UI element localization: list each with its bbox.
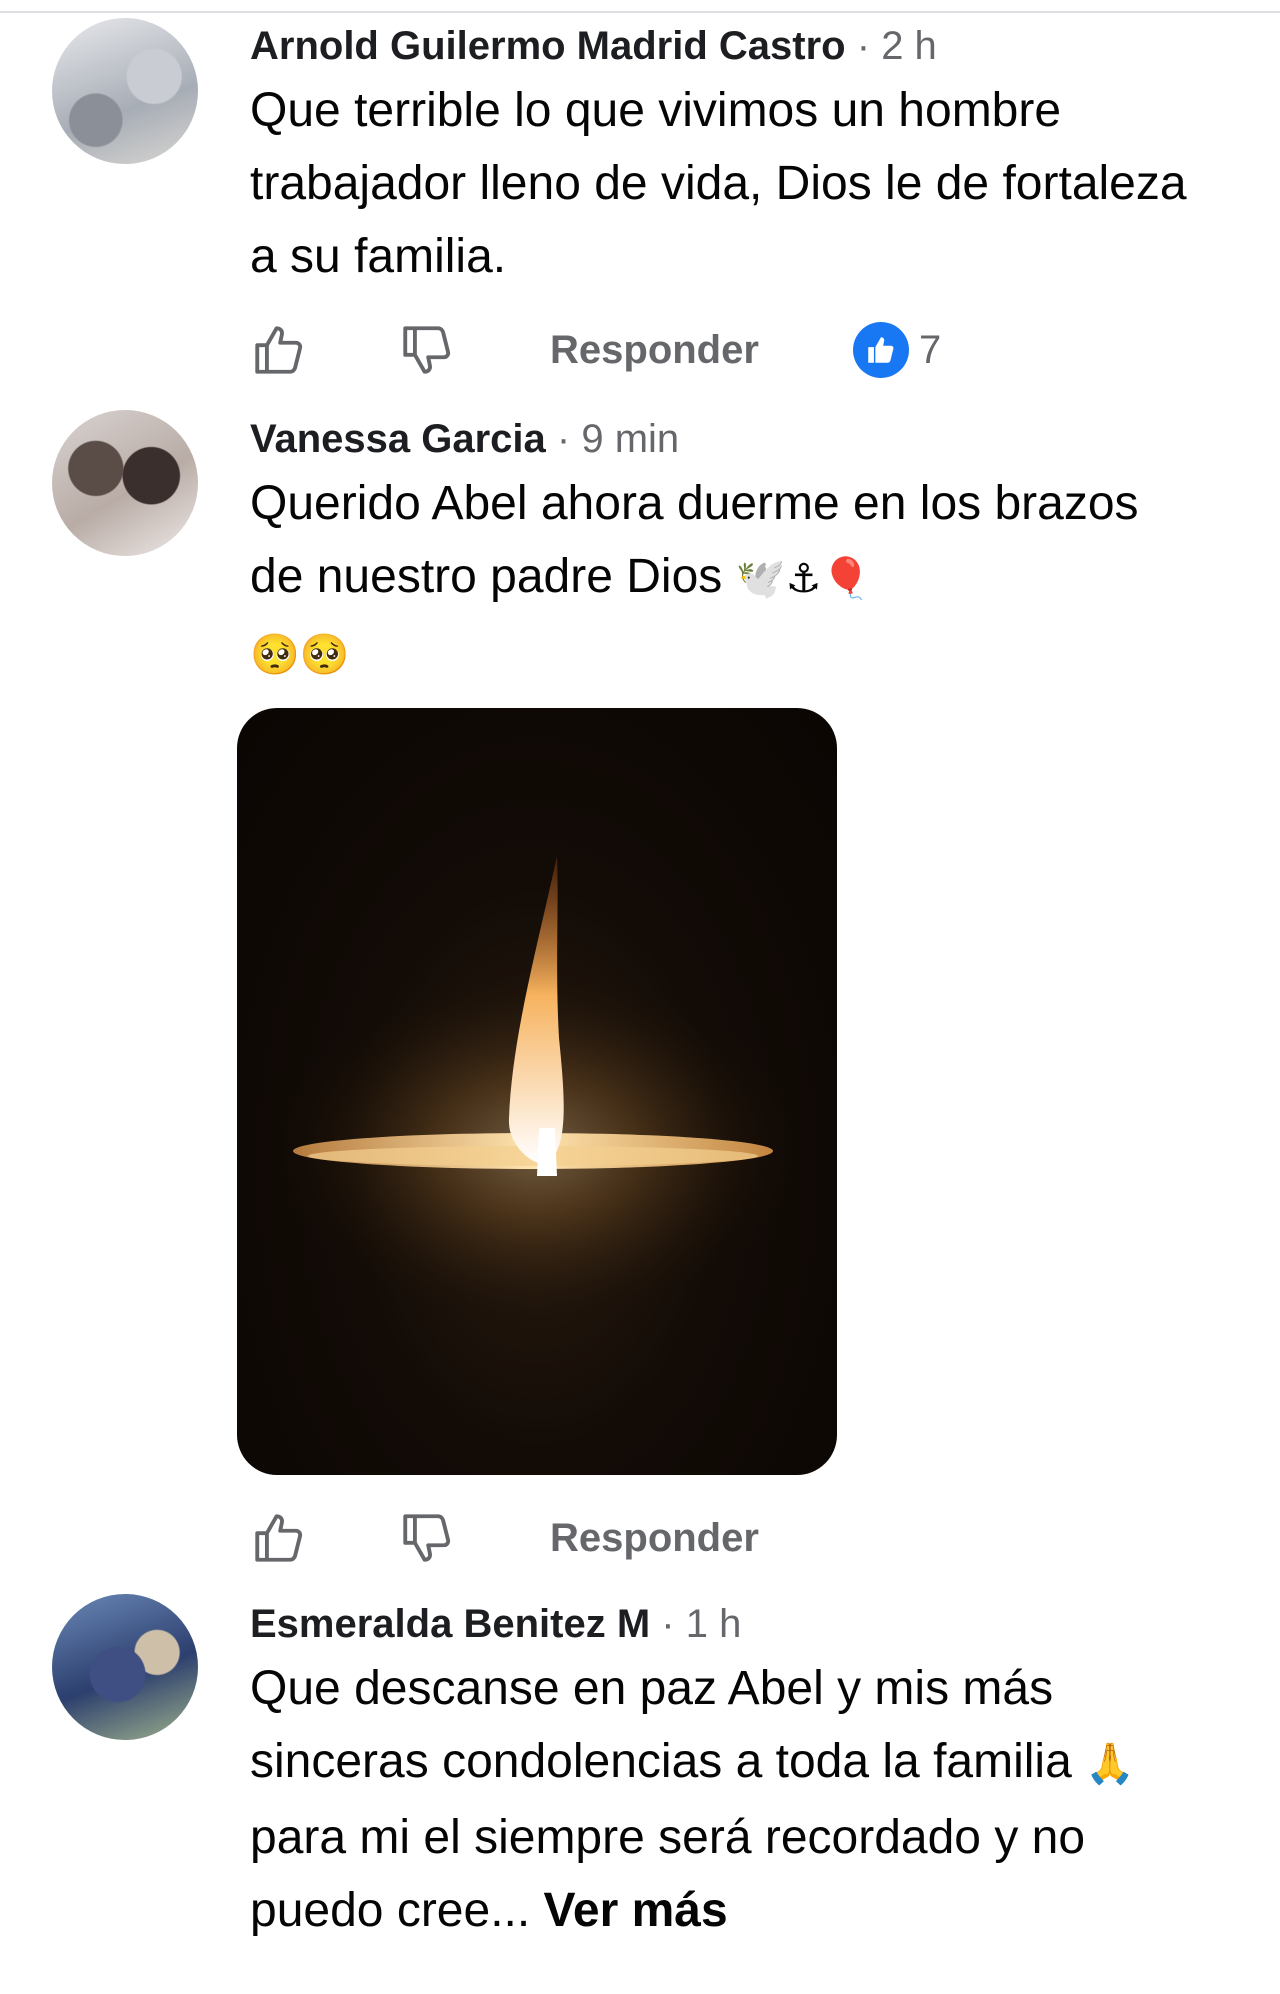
- meta-separator: ·: [661, 1602, 675, 1646]
- comment-actions: Responder 7: [250, 320, 941, 380]
- comment-text: Querido Abel ahora duerme en los brazos …: [250, 467, 1190, 692]
- avatar[interactable]: [52, 18, 198, 164]
- author-name[interactable]: Arnold Guilermo Madrid Castro: [250, 24, 846, 68]
- timestamp[interactable]: 2 h: [881, 24, 937, 68]
- reaction-summary[interactable]: 7: [852, 322, 942, 378]
- timestamp[interactable]: 1 h: [686, 1602, 742, 1646]
- emoji-line: 🥺🥺: [250, 632, 350, 678]
- meta-separator: ·: [856, 24, 871, 68]
- dislike-outline-icon[interactable]: [398, 321, 456, 379]
- comment-text-part1: Que descanse en paz Abel y mis más since…: [250, 1662, 1072, 1788]
- like-reaction-icon: [852, 322, 909, 378]
- author-name[interactable]: Esmeralda Benitez M: [250, 1602, 650, 1646]
- like-count: 7: [918, 327, 942, 372]
- meta-separator: ·: [556, 417, 571, 461]
- dislike-outline-icon[interactable]: [398, 1509, 456, 1567]
- like-outline-icon[interactable]: [250, 1509, 308, 1567]
- comment-text-main: Querido Abel ahora duerme en los brazos …: [250, 477, 1139, 603]
- avatar[interactable]: [52, 1594, 198, 1740]
- reply-button[interactable]: Responder: [550, 328, 759, 373]
- comment-text: Que terrible lo que vivimos un hombre tr…: [250, 84, 1187, 283]
- praying-hands-emoji: 🙏: [1085, 1741, 1135, 1787]
- comment-meta: Esmeralda Benitez M · 1 h: [250, 1600, 1190, 1648]
- like-outline-icon[interactable]: [250, 321, 308, 379]
- comment-meta: Vanessa Garcia · 9 min: [250, 415, 1190, 463]
- timestamp[interactable]: 9 min: [581, 417, 679, 461]
- emoji-inline: 🕊️⚓🎈: [735, 556, 872, 602]
- avatar[interactable]: [52, 410, 198, 556]
- see-more-link[interactable]: Ver más: [544, 1884, 728, 1937]
- comment-text: Que descanse en paz Abel y mis más since…: [250, 1652, 1190, 1947]
- candle-image[interactable]: [237, 708, 837, 1475]
- author-name[interactable]: Vanessa Garcia: [250, 417, 546, 461]
- comment-meta: Arnold Guilermo Madrid Castro · 2 h: [250, 22, 1190, 70]
- comment-actions: Responder: [250, 1508, 759, 1568]
- top-divider: [0, 11, 1280, 13]
- reply-button[interactable]: Responder: [550, 1516, 759, 1561]
